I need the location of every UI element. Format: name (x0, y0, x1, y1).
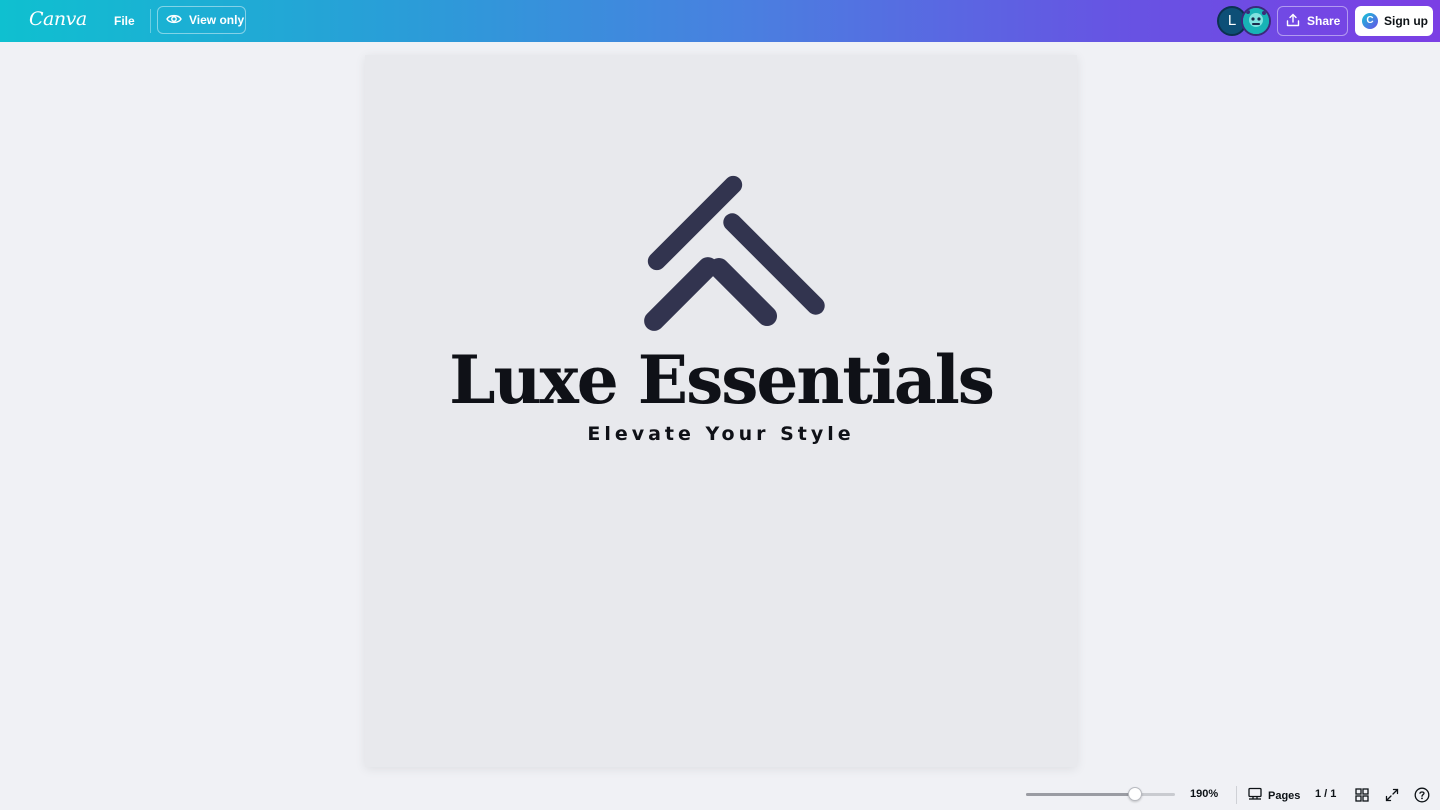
pages-icon (1248, 787, 1262, 804)
file-menu-button[interactable]: File (103, 7, 146, 35)
pages-label: Pages (1268, 789, 1301, 802)
zoom-slider-handle[interactable] (1127, 787, 1142, 801)
divider (1236, 786, 1237, 804)
share-button[interactable]: Share (1277, 6, 1348, 36)
grid-view-icon[interactable] (1355, 788, 1369, 807)
zoom-slider-fill (1026, 793, 1135, 796)
share-label: Share (1307, 14, 1341, 28)
sign-up-label: Sign up (1384, 14, 1428, 28)
brand-logo-mark (644, 175, 825, 331)
upload-icon (1286, 13, 1300, 30)
divider (150, 9, 151, 33)
expand-icon[interactable] (1385, 788, 1399, 807)
zoom-slider-track[interactable] (1026, 793, 1175, 796)
brand-name-heading[interactable]: Luxe Essentials (365, 341, 1077, 419)
page-counter: 1 / 1 (1315, 788, 1337, 800)
view-only-button[interactable]: View only (157, 6, 246, 34)
zoom-percentage[interactable]: 190% (1190, 788, 1218, 800)
pages-button[interactable]: Pages (1248, 787, 1300, 804)
canva-badge-icon: C (1362, 13, 1378, 29)
help-icon[interactable] (1414, 787, 1430, 808)
top-bar: Canva File View only L Share C Sign up (0, 0, 1440, 42)
tagline-text[interactable]: Elevate Your Style (365, 423, 1077, 445)
design-page[interactable]: Luxe Essentials Elevate Your Style (365, 55, 1077, 767)
view-only-label: View only (189, 13, 245, 27)
sign-up-button[interactable]: C Sign up (1355, 6, 1433, 36)
canva-logo[interactable]: Canva (29, 8, 87, 30)
collaborator-avatar[interactable] (1241, 6, 1271, 36)
eye-icon (166, 13, 182, 28)
